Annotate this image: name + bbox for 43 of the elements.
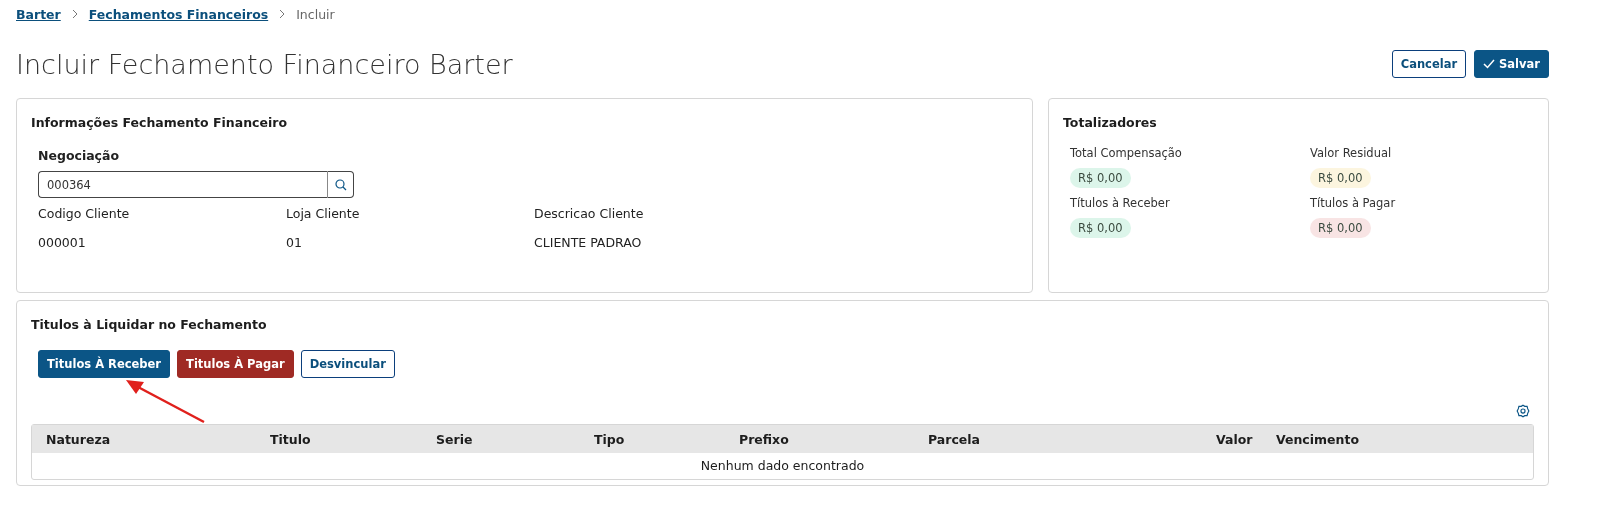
settings-icon[interactable] xyxy=(1516,404,1530,418)
field-value: CLIENTE PADRAO xyxy=(534,235,643,250)
total-label: Títulos à Receber xyxy=(1070,196,1171,210)
page-title: Incluir Fechamento Financeiro Barter xyxy=(16,48,513,80)
chevron-icon xyxy=(70,9,79,19)
column-header: Tipo xyxy=(593,431,625,447)
breadcrumb-link[interactable]: Barter xyxy=(16,6,61,22)
field-label: Codigo Cliente xyxy=(38,206,131,221)
empty-message: Nenhum dado encontrado xyxy=(699,457,866,475)
column-header: Vencimento xyxy=(1275,431,1360,447)
amount-badge: R$ 0,00 xyxy=(1070,218,1131,238)
total-label: Valor Residual xyxy=(1310,146,1393,160)
check-icon xyxy=(1483,59,1496,69)
search-icon xyxy=(334,178,347,191)
column-header: Titulo xyxy=(269,431,311,447)
titles-button[interactable]: Titulos À Pagar xyxy=(177,350,294,378)
save-button[interactable]: Salvar xyxy=(1474,50,1549,78)
column-header: Prefixo xyxy=(738,431,789,447)
column-header: Parcela xyxy=(927,431,981,447)
unlink-button[interactable]: Desvincular xyxy=(300,350,395,378)
total-label: Total Compensação xyxy=(1070,146,1183,160)
amount-badge: R$ 0,00 xyxy=(1310,218,1371,238)
card-title: Titulos à Liquidar no Fechamento xyxy=(31,317,268,332)
field-label: Descricao Cliente xyxy=(534,206,645,221)
amount-badge: R$ 0,00 xyxy=(1070,168,1131,188)
field-label: Negociação xyxy=(37,148,121,163)
breadcrumb-current: Incluir xyxy=(296,6,335,22)
field-value: 01 xyxy=(286,235,303,250)
titles-button[interactable]: Titulos À Receber xyxy=(38,350,171,378)
column-header: Serie xyxy=(435,431,473,447)
search-button[interactable] xyxy=(327,171,354,198)
column-header: Natureza xyxy=(45,431,111,447)
breadcrumb-link[interactable]: Fechamentos Financeiros xyxy=(88,6,269,22)
column-header: Valor xyxy=(1215,431,1253,447)
field-label: Loja Cliente xyxy=(286,206,361,221)
cancel-button[interactable]: Cancelar xyxy=(1391,50,1467,78)
field-value: 000001 xyxy=(38,235,87,250)
card-title: Totalizadores xyxy=(1063,115,1158,130)
chevron-icon xyxy=(278,9,287,19)
total-label: Títulos à Pagar xyxy=(1310,196,1397,210)
amount-badge: R$ 0,00 xyxy=(1310,168,1371,188)
search-field[interactable]: 000364 xyxy=(38,171,327,198)
card-title: Informações Fechamento Financeiro xyxy=(31,115,289,130)
